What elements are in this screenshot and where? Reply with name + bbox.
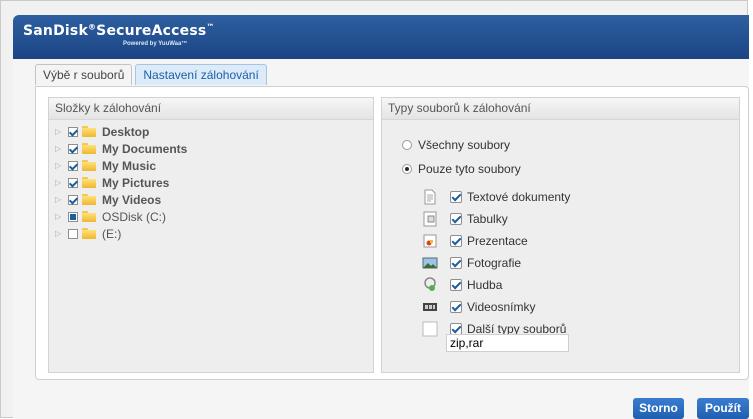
app-window: SanDisk®SecureAccess™ Powered by YuuWaa™… xyxy=(0,0,749,419)
blank-file-icon xyxy=(422,321,438,337)
video-icon xyxy=(422,299,438,315)
folder-checkbox[interactable] xyxy=(68,228,78,239)
folder-icon xyxy=(82,177,96,188)
radio-all-label: Všechny soubory xyxy=(418,138,511,152)
folder-tree-item[interactable]: ▷ My Videos xyxy=(55,191,187,208)
expand-arrow-icon[interactable]: ▷ xyxy=(55,177,66,188)
file-type-item[interactable]: Fotografie xyxy=(422,252,570,274)
folder-label: My Videos xyxy=(102,192,162,207)
radio-button[interactable] xyxy=(402,164,412,174)
radio-button[interactable] xyxy=(402,140,412,150)
radio-only-label: Pouze tyto soubory xyxy=(418,162,521,176)
other-extensions-input[interactable] xyxy=(446,334,569,352)
tab-backup-settings[interactable]: Nastavení zálohování xyxy=(135,64,267,85)
folder-label: My Documents xyxy=(102,141,188,156)
app-header: SanDisk®SecureAccess™ Powered by YuuWaa™ xyxy=(13,15,749,59)
folders-box-title: Složky k zálohování xyxy=(49,98,373,120)
expand-arrow-icon[interactable]: ▷ xyxy=(55,211,66,222)
folder-tree-item[interactable]: ▷ (E:) xyxy=(55,225,187,242)
file-type-list: Textové dokumenty Tabulky Prezentace Fotogr… xyxy=(422,186,570,340)
file-type-label: Hudba xyxy=(467,278,503,292)
folder-tree-item[interactable]: ▷ My Pictures xyxy=(55,174,187,191)
music-icon xyxy=(422,277,438,293)
expand-arrow-icon[interactable]: ▷ xyxy=(55,228,66,239)
tab-bar: Výbě r souborů Nastavení zálohování xyxy=(35,64,270,86)
file-type-item[interactable]: Tabulky xyxy=(422,208,570,230)
presentation-icon xyxy=(422,233,438,249)
file-type-checkbox[interactable] xyxy=(450,191,462,203)
folder-icon xyxy=(82,143,96,154)
file-types-box-title: Typy souborů k zálohování xyxy=(382,98,739,120)
file-type-checkbox[interactable] xyxy=(450,301,462,313)
folder-icon xyxy=(82,126,96,137)
folder-checkbox[interactable] xyxy=(68,143,78,154)
folder-icon xyxy=(82,228,96,239)
radio-only-these-files[interactable]: Pouze tyto soubory xyxy=(402,162,521,176)
file-type-label: Tabulky xyxy=(467,212,508,226)
folder-tree-item[interactable]: ▷ Desktop xyxy=(55,123,187,140)
file-type-checkbox[interactable] xyxy=(450,279,462,291)
tab-file-selection[interactable]: Výbě r souborů xyxy=(35,64,133,85)
spreadsheet-icon xyxy=(422,211,438,227)
file-type-checkbox[interactable] xyxy=(450,257,462,269)
radio-all-files[interactable]: Všechny soubory xyxy=(402,138,510,152)
file-type-checkbox[interactable] xyxy=(450,235,462,247)
text-document-icon xyxy=(422,189,438,205)
folder-icon xyxy=(82,211,96,222)
folder-checkbox[interactable] xyxy=(68,194,78,205)
folders-box: Složky k zálohování ▷ Desktop ▷ My Document… xyxy=(48,97,374,373)
file-type-item[interactable]: Textové dokumenty xyxy=(422,186,570,208)
file-type-item[interactable]: Prezentace xyxy=(422,230,570,252)
folder-checkbox[interactable] xyxy=(68,160,78,171)
file-type-label: Prezentace xyxy=(467,234,528,248)
file-type-item[interactable]: Videosnímky xyxy=(422,296,570,318)
settings-panel: Složky k zálohování ▷ Desktop ▷ My Document… xyxy=(35,86,749,380)
folder-tree-item[interactable]: ▷ My Documents xyxy=(55,140,187,157)
folder-label: My Pictures xyxy=(102,175,170,190)
expand-arrow-icon[interactable]: ▷ xyxy=(55,194,66,205)
folder-label: (E:) xyxy=(102,226,122,241)
folder-icon xyxy=(82,194,96,205)
expand-arrow-icon[interactable]: ▷ xyxy=(55,160,66,171)
folder-label: My Music xyxy=(102,158,157,173)
folder-tree-item[interactable]: ▷ My Music xyxy=(55,157,187,174)
expand-arrow-icon[interactable]: ▷ xyxy=(55,143,66,154)
file-type-label: Videosnímky xyxy=(467,300,536,314)
apply-button[interactable]: Použít xyxy=(697,398,749,419)
cancel-button[interactable]: Storno xyxy=(633,398,684,419)
folder-label: OSDisk (C:) xyxy=(102,209,166,224)
file-type-checkbox[interactable] xyxy=(450,213,462,225)
file-types-box: Typy souborů k zálohování Všechny soubor… xyxy=(381,97,740,373)
photo-icon xyxy=(422,255,438,271)
folder-label: Desktop xyxy=(102,124,150,139)
content-area: Výbě r souborů Nastavení zálohování Slož… xyxy=(13,59,749,419)
folder-checkbox[interactable] xyxy=(68,126,78,137)
file-type-label: Fotografie xyxy=(467,256,522,270)
folder-checkbox[interactable] xyxy=(68,211,78,222)
expand-arrow-icon[interactable]: ▷ xyxy=(55,126,66,137)
file-type-item[interactable]: Hudba xyxy=(422,274,570,296)
folder-icon xyxy=(82,160,96,171)
folder-checkbox[interactable] xyxy=(68,177,78,188)
sandisk-secureaccess-logo: SanDisk®SecureAccess™ Powered by YuuWaa™ xyxy=(23,22,215,47)
folder-tree: ▷ Desktop ▷ My Documents ▷ My Music ▷ My Pictur… xyxy=(55,123,187,242)
file-type-label: Textové dokumenty xyxy=(467,190,571,204)
folder-tree-item[interactable]: ▷ OSDisk (C:) xyxy=(55,208,187,225)
